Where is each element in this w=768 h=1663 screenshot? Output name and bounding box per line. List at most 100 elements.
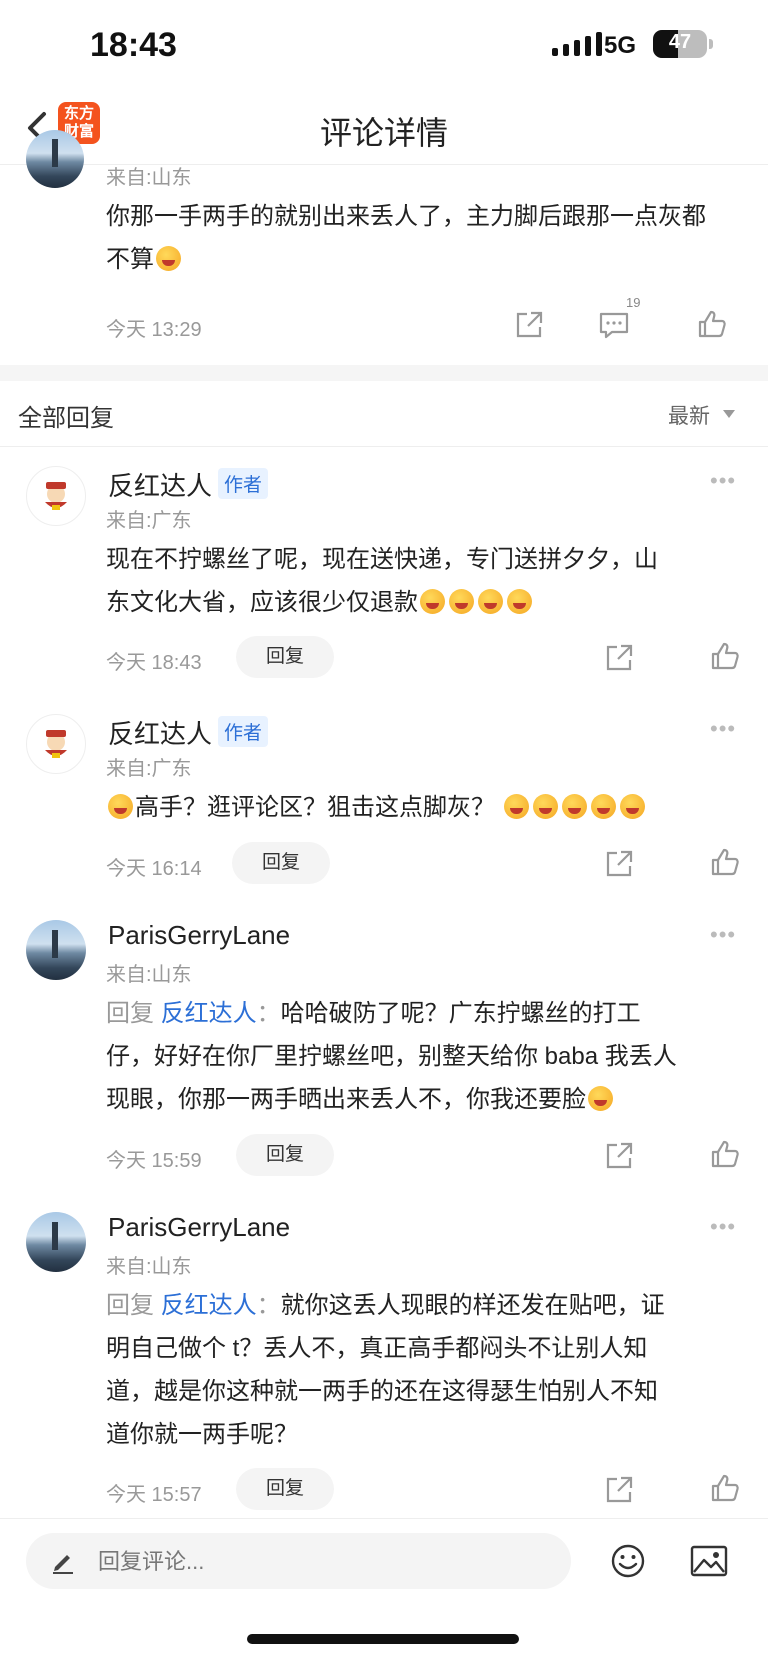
share-icon[interactable]: [604, 1141, 634, 1171]
mention-link[interactable]: 反红达人: [161, 1000, 257, 1027]
battery-icon: 47: [653, 30, 707, 58]
comment-text: 你那一手两手的就别出来丢人了，主力脚后跟那一点灰都不算: [106, 195, 726, 281]
reply-text: 回复 反红达人：哈哈破防了呢？广东拧螺丝的打工 仔，好好在你厂里拧螺丝吧，别整天…: [106, 992, 746, 1121]
divider: [0, 446, 768, 447]
reply-button[interactable]: 回复: [236, 636, 334, 678]
more-icon[interactable]: •••: [710, 468, 736, 494]
reply-author[interactable]: 反红达人: [108, 466, 212, 503]
laugh-emoji-icon: [156, 246, 181, 271]
emoji-icon: [449, 589, 474, 614]
like-icon[interactable]: [710, 641, 740, 671]
image-icon[interactable]: [690, 1545, 728, 1577]
reply-text-line: 就你这丢人现眼的样还发在贴吧，证: [280, 1292, 665, 1319]
avatar[interactable]: [26, 1212, 86, 1272]
comment-count: 19: [626, 295, 641, 310]
reply-text: 现在不拧螺丝了呢，现在送快递，专门送拼夕夕，山 东文化大省，应该很少仅退款: [106, 538, 746, 624]
emoji-icon: [561, 794, 587, 819]
avatar[interactable]: [26, 714, 86, 774]
reply-button[interactable]: 回复: [236, 1468, 334, 1510]
reply-text-line: 哈哈破防了呢？广东拧螺丝的打工: [280, 1000, 641, 1027]
network-label: 5G: [604, 32, 637, 59]
reply-text-line: 明自己做个 t？丢人不，真正高手都闷头不让别人知: [106, 1335, 648, 1362]
reply-location: 来自:山东: [106, 1256, 192, 1278]
status-time: 18:43: [90, 26, 177, 64]
reply-author[interactable]: ParisGerryLane: [108, 920, 290, 951]
emoji-icon: [503, 794, 529, 819]
emoji-icon: [590, 794, 616, 819]
reply-time: 今天 16:14: [106, 858, 202, 880]
reply-input[interactable]: [96, 1533, 560, 1591]
section-divider: [0, 365, 768, 381]
reply-time: 今天 15:57: [106, 1484, 202, 1506]
emoji-icon: [420, 589, 445, 614]
share-icon[interactable]: [604, 643, 634, 673]
reply-location: 来自:广东: [106, 510, 192, 532]
reply-text-line: 东文化大省，应该很少仅退款: [106, 589, 418, 616]
pencil-icon: [53, 1555, 73, 1574]
emoji-icon: [478, 589, 503, 614]
reply-location: 来自:广东: [106, 758, 192, 780]
fortune-god-avatar-icon: [45, 482, 67, 511]
share-icon[interactable]: [514, 310, 544, 340]
battery-level: 47: [668, 31, 692, 53]
reply-author[interactable]: ParisGerryLane: [108, 1212, 290, 1243]
reply-text-line: 现在不拧螺丝了呢，现在送快递，专门送拼夕夕，山: [106, 546, 658, 573]
emoji-icon: [588, 1086, 613, 1111]
reply-location: 来自:山东: [106, 964, 192, 986]
reply-text-line: 道，越是你这种就一两手的还在这得瑟生怕别人不知: [106, 1378, 658, 1405]
more-icon[interactable]: •••: [710, 1214, 736, 1240]
status-bar: 18:43 5G 47: [0, 0, 768, 92]
share-icon[interactable]: [604, 849, 634, 879]
signal-icon: [552, 32, 602, 56]
like-icon[interactable]: [710, 1473, 740, 1503]
avatar[interactable]: [26, 920, 86, 980]
author-badge: 作者: [218, 716, 269, 747]
reply-author[interactable]: 反红达人: [108, 714, 212, 751]
comment-location: 来自:山东: [106, 167, 192, 189]
reply-button[interactable]: 回复: [236, 1134, 334, 1176]
avatar[interactable]: [26, 130, 84, 188]
more-icon[interactable]: •••: [710, 922, 736, 948]
emoji-icon: [619, 794, 645, 819]
sort-dropdown[interactable]: 最新: [668, 400, 710, 430]
reply-item: ParisGerryLane ••• 来自:山东 回复 反红达人：哈哈破防了呢？…: [0, 902, 768, 1176]
reply-text-line: 道你就一两手呢？: [106, 1421, 298, 1448]
reply-time: 今天 18:43: [106, 652, 202, 674]
battery-tip: [709, 39, 713, 49]
fortune-god-avatar-icon: [45, 730, 67, 759]
like-icon[interactable]: [710, 1139, 740, 1169]
reply-prefix: 回复: [106, 1000, 154, 1027]
replies-header: 全部回复: [18, 405, 114, 432]
share-icon[interactable]: [604, 1475, 634, 1505]
avatar[interactable]: [26, 466, 86, 526]
mention-link[interactable]: 反红达人: [161, 1292, 257, 1319]
reply-prefix: 回复: [106, 1292, 154, 1319]
nav-bar: 东方 财富 评论详情: [0, 92, 768, 165]
page-title: 评论详情: [319, 115, 448, 151]
home-indicator: [247, 1634, 519, 1644]
main-comment: 来自:山东 你那一手两手的就别出来丢人了，主力脚后跟那一点灰都不算 今天 13:…: [0, 130, 768, 365]
reply-colon: ：: [256, 1292, 281, 1319]
reply-text-line: 仔，好好在你厂里拧螺丝吧，别整天给你 baba 我丢人: [106, 1043, 677, 1070]
reply-time: 今天 15:59: [106, 1150, 202, 1172]
like-icon[interactable]: [697, 309, 727, 339]
emoji-icon: [507, 589, 532, 614]
reply-input-container[interactable]: [26, 1533, 571, 1591]
reply-item: 反红达人 作者 ••• 来自:广东 高手？逛评论区？狙击这点脚灰？ 今天 16:…: [0, 696, 768, 886]
reply-text-line: 现眼，你那一两手晒出来丢人不，你我还要脸: [106, 1086, 586, 1113]
comment-text-body: 你那一手两手的就别出来丢人了，主力脚后跟那一点灰都不算: [106, 203, 706, 273]
author-badge: 作者: [218, 468, 269, 499]
reply-item: ParisGerryLane ••• 来自:山东 回复 反红达人：就你这丢人现眼…: [0, 1194, 768, 1510]
reply-colon: ：: [256, 1000, 281, 1027]
reply-item: 反红达人 作者 ••• 来自:广东 现在不拧螺丝了呢，现在送快递，专门送拼夕夕，…: [0, 448, 768, 683]
like-icon[interactable]: [710, 847, 740, 877]
emoji-icon: [532, 794, 558, 819]
comment-time: 今天 13:29: [106, 319, 202, 341]
emoji-icon: [108, 794, 133, 819]
dropdown-arrow-icon[interactable]: [723, 410, 735, 418]
reply-text: 回复 反红达人：就你这丢人现眼的样还发在贴吧，证 明自己做个 t？丢人不，真正高…: [106, 1284, 746, 1456]
emoji-picker-icon[interactable]: [610, 1543, 646, 1579]
comment-icon[interactable]: [598, 310, 630, 340]
more-icon[interactable]: •••: [710, 716, 736, 742]
reply-button[interactable]: 回复: [232, 842, 330, 884]
